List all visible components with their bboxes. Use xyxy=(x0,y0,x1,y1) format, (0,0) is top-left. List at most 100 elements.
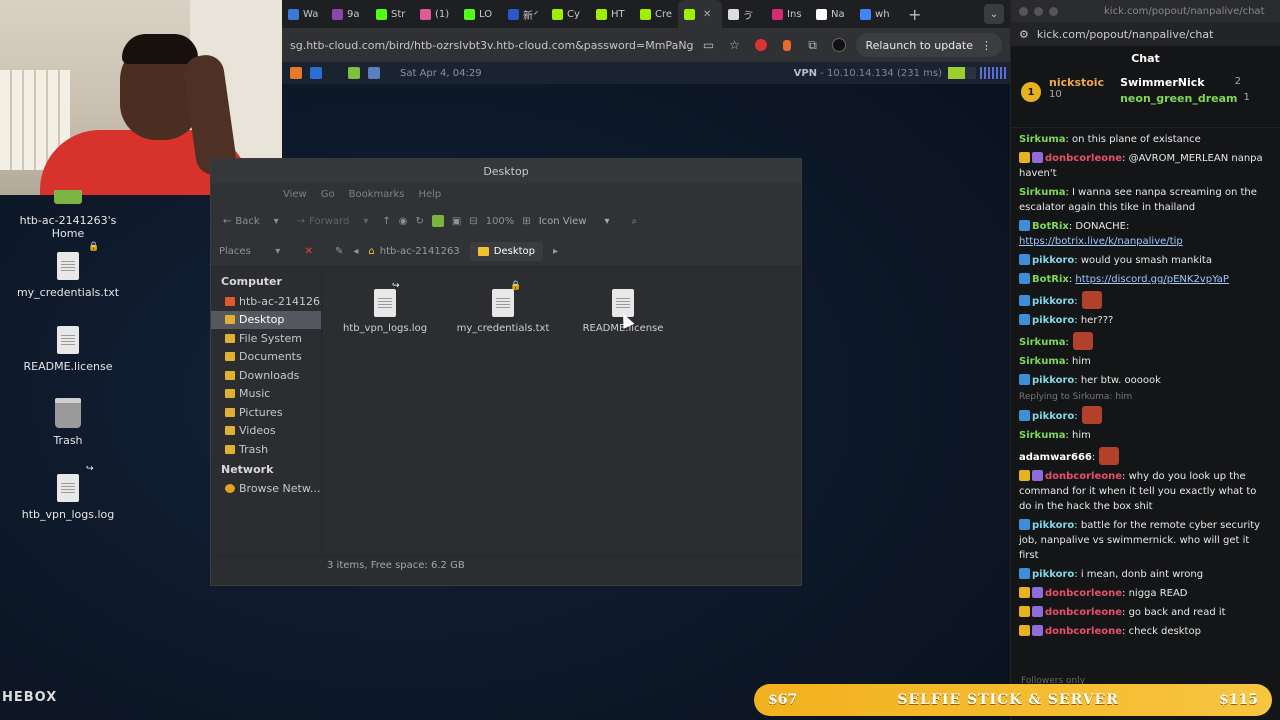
chat-link[interactable]: https://botrix.live/k/nanpalive/tip xyxy=(1019,236,1183,247)
chat-username[interactable]: donbcorleone xyxy=(1045,607,1122,618)
browser-tab[interactable]: 新́ xyxy=(502,0,546,28)
files-launcher-icon[interactable] xyxy=(348,67,360,79)
leaderboard-entry-3[interactable]: neon_green_dream 1 xyxy=(1120,92,1250,105)
bookmark-star-icon[interactable]: ☆ xyxy=(724,34,746,56)
browser-tab[interactable]: ゔ xyxy=(722,0,766,28)
search-icon[interactable]: ⌕ xyxy=(632,216,638,227)
stop-icon[interactable]: ◉ xyxy=(399,216,408,227)
new-tab-button[interactable]: + xyxy=(898,5,931,24)
places-selector[interactable]: Places ▾ ✕ xyxy=(211,246,321,257)
chat-username[interactable]: Sirkuma xyxy=(1019,187,1066,198)
sidebar-item-videos[interactable]: Videos xyxy=(211,422,321,441)
reload-icon[interactable]: ↻ xyxy=(415,216,423,227)
url-field[interactable]: sg.htb-cloud.com/bird/htb-ozrslvbt3v.htb… xyxy=(290,39,694,52)
sidebar-item-music[interactable]: Music xyxy=(211,385,321,404)
browser-tab[interactable]: Cy xyxy=(546,0,590,28)
maximize-window-icon[interactable] xyxy=(1049,6,1058,16)
browser-launcher-icon[interactable] xyxy=(368,67,380,79)
chat-link[interactable]: https://discord.gg/pENK2vpYaP xyxy=(1075,274,1229,285)
sidebar-item-trash[interactable]: Trash xyxy=(211,440,321,459)
browser-tab[interactable]: ✕ xyxy=(678,0,723,28)
browser-tab[interactable]: Na xyxy=(810,0,854,28)
menu-help[interactable]: Help xyxy=(418,189,441,200)
close-sidebar-icon[interactable]: ✕ xyxy=(305,246,313,257)
browser-tab[interactable]: 9a xyxy=(326,0,370,28)
leaderboard-entry-2[interactable]: SwimmerNick 2 xyxy=(1120,76,1250,89)
breadcrumb-home[interactable]: ⌂ htb-ac-2141263 xyxy=(368,246,459,257)
site-settings-icon[interactable]: ⚙ xyxy=(1019,28,1029,41)
back-button[interactable]: ← Back ▾ xyxy=(223,216,279,227)
chat-username[interactable]: pikkoro xyxy=(1032,375,1074,386)
browser-tab[interactable]: wh xyxy=(854,0,898,28)
chat-username[interactable]: Sirkuma xyxy=(1019,134,1066,145)
browser-tab[interactable]: Wa xyxy=(282,0,326,28)
sidebar-item-file-system[interactable]: File System xyxy=(211,329,321,348)
desktop-icon-home[interactable]: htb-ac-2141263's Home xyxy=(8,190,128,240)
breadcrumb-desktop[interactable]: Desktop xyxy=(469,242,544,261)
menu-bookmarks[interactable]: Bookmarks xyxy=(349,189,405,200)
sidebar-item-desktop[interactable]: Desktop xyxy=(211,310,321,329)
profile-avatar-icon[interactable] xyxy=(828,34,850,56)
chat-username[interactable]: pikkoro xyxy=(1032,315,1074,326)
chat-username[interactable]: donbcorleone xyxy=(1045,471,1122,482)
view-mode-select[interactable]: Icon View ▾ xyxy=(539,216,610,227)
up-arrow-icon[interactable]: ↑ xyxy=(382,216,390,227)
app-launcher-icon[interactable] xyxy=(310,67,322,79)
chat-username[interactable]: pikkoro xyxy=(1032,255,1074,266)
forward-button[interactable]: → Forward ▾ xyxy=(297,216,369,227)
edit-path-icon[interactable]: ✎ xyxy=(335,246,343,257)
window-title[interactable]: Desktop xyxy=(211,159,801,183)
browser-tab[interactable]: HT xyxy=(590,0,634,28)
chat-message-list[interactable]: Sirkuma: on this plane of existance donbc… xyxy=(1011,128,1280,684)
chat-username[interactable]: Sirkuma xyxy=(1019,430,1066,441)
desktop-icon-vpn-logs[interactable]: ↪ htb_vpn_logs.log xyxy=(8,464,128,521)
zoom-out-icon[interactable]: ⊟ xyxy=(469,216,477,227)
tab-search-menu-button[interactable]: ⌄ xyxy=(984,4,1004,24)
chevron-left-icon[interactable]: ◂ xyxy=(353,246,358,257)
chat-username[interactable]: donbcorleone xyxy=(1045,626,1122,637)
browser-tab[interactable]: (1) xyxy=(414,0,458,28)
sidebar-item-documents[interactable]: Documents xyxy=(211,348,321,367)
minimize-window-icon[interactable] xyxy=(1034,6,1043,16)
extension-orange-icon[interactable] xyxy=(776,34,798,56)
close-window-icon[interactable] xyxy=(1019,6,1028,16)
zoom-in-icon[interactable]: ⊞ xyxy=(522,216,530,227)
menu-view[interactable]: View xyxy=(283,189,307,200)
clipboard-icon[interactable]: ▭ xyxy=(698,34,720,56)
browser-tab[interactable]: Str xyxy=(370,0,414,28)
chevron-right-icon[interactable]: ▸ xyxy=(553,246,558,257)
browser-tab[interactable]: LO xyxy=(458,0,502,28)
file-item[interactable]: 🔒 my_credentials.txt xyxy=(448,281,558,334)
chat-username[interactable]: BotRix xyxy=(1032,274,1069,285)
extension-red-icon[interactable] xyxy=(750,34,772,56)
chat-url[interactable]: kick.com/popout/nanpalive/chat xyxy=(1037,28,1214,41)
chat-username[interactable]: pikkoro xyxy=(1032,296,1074,307)
chat-username[interactable]: pikkoro xyxy=(1032,520,1074,531)
chat-username[interactable]: Sirkuma xyxy=(1019,337,1066,348)
sidebar-item-htb-ac-2141263[interactable]: htb-ac-2141263 xyxy=(211,292,321,311)
chat-username[interactable]: pikkoro xyxy=(1032,569,1074,580)
chat-username[interactable]: donbcorleone xyxy=(1045,153,1122,164)
chat-username[interactable]: BotRix xyxy=(1032,221,1069,232)
desktop-icon-trash[interactable]: Trash xyxy=(8,398,128,447)
file-view[interactable]: ↪ htb_vpn_logs.log 🔒 my_credentials.txt READ… xyxy=(321,267,801,555)
sidebar-item-pictures[interactable]: Pictures xyxy=(211,403,321,422)
chat-username[interactable]: donbcorleone xyxy=(1045,588,1122,599)
chat-username[interactable]: pikkoro xyxy=(1032,411,1074,422)
new-folder-icon[interactable] xyxy=(431,215,444,227)
leaderboard-entry-1[interactable]: nickstoic 10 xyxy=(1049,76,1104,100)
desktop-icon-readme[interactable]: README.license xyxy=(8,326,128,373)
computer-icon[interactable]: ▣ xyxy=(452,216,461,227)
desktop-icon-credentials[interactable]: 🔒 my_credentials.txt xyxy=(8,242,128,299)
extensions-puzzle-icon[interactable]: ⧉ xyxy=(802,34,824,56)
file-item[interactable]: ↪ htb_vpn_logs.log xyxy=(330,281,440,334)
chat-username[interactable]: Sirkuma xyxy=(1019,356,1066,367)
chat-username[interactable]: adamwar666 xyxy=(1019,452,1092,463)
relaunch-update-button[interactable]: Relaunch to update ⋮ xyxy=(855,33,1002,57)
sidebar-item-downloads[interactable]: Downloads xyxy=(211,366,321,385)
terminal-launcher-icon[interactable] xyxy=(290,67,302,79)
menu-go[interactable]: Go xyxy=(321,189,335,200)
browser-tab[interactable]: Cre xyxy=(634,0,678,28)
sidebar-item-browse-netw[interactable]: Browse Netw... xyxy=(211,480,321,499)
close-tab-icon[interactable]: ✕ xyxy=(703,9,711,20)
